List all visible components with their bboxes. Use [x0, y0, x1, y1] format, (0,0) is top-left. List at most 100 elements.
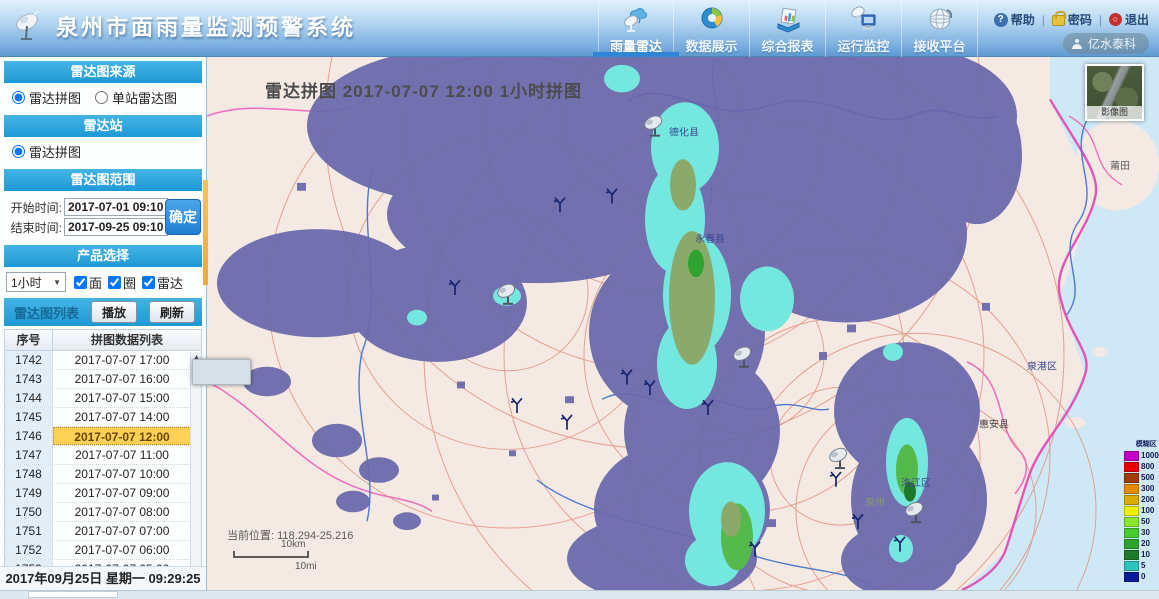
list-item[interactable]: 1747 2017-07-07 11:00: [5, 446, 201, 465]
legend-row: 800: [1124, 461, 1159, 472]
place-label: 洛江区: [901, 476, 931, 489]
checkbox-radar[interactable]: 雷达: [142, 273, 183, 292]
end-time-label: 结束时间:: [10, 220, 62, 235]
list-item[interactable]: 1749 2017-07-07 09:00: [5, 484, 201, 503]
panel-header-product: 产品选择: [4, 245, 202, 267]
legend-row: 50: [1124, 516, 1159, 527]
radio-mosaic-input[interactable]: [12, 91, 25, 104]
legend-swatch: [1124, 527, 1139, 538]
checkbox-label: 雷达: [157, 275, 184, 291]
checkbox-ring-input[interactable]: [108, 275, 122, 289]
station-options: 雷达拼图: [0, 137, 206, 165]
legend-swatch: [1124, 461, 1139, 472]
nav-receive-platform[interactable]: 接收平台: [902, 0, 978, 57]
confirm-button[interactable]: 确定: [165, 199, 201, 235]
radar-map-canvas[interactable]: 德化县 永春县 莆田 泉港区 惠安县 洛江区 泉州: [207, 57, 1159, 590]
scale-bar: 10km 10mi: [233, 539, 317, 572]
place-label: 泉港区: [1027, 360, 1057, 373]
user-button[interactable]: 亿水泰科: [1062, 33, 1149, 54]
legend-row: 10: [1124, 549, 1159, 560]
scale-km-label: 10km: [281, 539, 306, 550]
app-title-wrap: 泉州市面雨量监测预警系统: [10, 8, 356, 44]
current-position-label: 当前位置:: [227, 530, 275, 542]
lock-icon: [1051, 11, 1066, 26]
list-title: 雷达图列表: [14, 305, 80, 321]
list-item[interactable]: 1744 2017-07-07 15:00: [5, 389, 201, 408]
map-area[interactable]: 德化县 永春县 莆田 泉港区 惠安县 洛江区 泉州 雷达拼图 2017-07-0…: [207, 57, 1159, 590]
receive-platform-icon: [929, 8, 952, 30]
start-time-label: 开始时间:: [10, 200, 62, 215]
radio-single-input[interactable]: [95, 91, 109, 104]
legend-swatch: [1124, 472, 1139, 483]
place-label: 德化县: [669, 126, 699, 139]
main-nav: 雨量雷达 数据展示 综合报表 运行监控 接收平台: [593, 0, 978, 57]
nav-label: 运行监控: [837, 39, 890, 54]
legend-swatch: [1124, 538, 1139, 549]
basemap-imagery-toggle[interactable]: 影像图: [1085, 64, 1144, 121]
basemap-imagery-label: 影像图: [1087, 106, 1142, 119]
end-time-input[interactable]: [64, 218, 168, 236]
place-label: 永春县: [695, 232, 725, 245]
legend-swatch: [1124, 450, 1139, 461]
legend-swatch: [1124, 505, 1139, 516]
list-item[interactable]: 1742 2017-07-07 17:00: [5, 351, 201, 370]
radio-mosaic[interactable]: 雷达拼图: [12, 88, 81, 107]
play-button[interactable]: 播放: [91, 301, 138, 323]
checkbox-surface[interactable]: 面: [74, 273, 102, 292]
radio-single-station[interactable]: 单站雷达图: [95, 88, 177, 107]
rainfall-legend: 模糊区 1000 800 500 300 200 100 50 30 20 10…: [1124, 439, 1159, 582]
logout-link[interactable]: ○ 退出: [1108, 11, 1149, 28]
nav-rain-radar[interactable]: 雨量雷达: [593, 0, 679, 57]
radio-label: 雷达拼图: [29, 91, 82, 106]
password-label: 密码: [1067, 13, 1092, 27]
logout-label: 退出: [1124, 13, 1149, 27]
refresh-button[interactable]: 刷新: [149, 301, 196, 323]
nav-monitor[interactable]: 运行监控: [826, 0, 902, 57]
checkbox-label: 面: [89, 275, 103, 291]
report-icon: [777, 7, 799, 33]
password-link[interactable]: 密码: [1051, 11, 1092, 28]
list-item[interactable]: 1751 2017-07-07 07:00: [5, 522, 201, 541]
help-link[interactable]: ? 帮助: [993, 11, 1035, 28]
checkbox-surface-input[interactable]: [74, 275, 87, 289]
start-time-input[interactable]: [64, 198, 168, 216]
list-item[interactable]: 1748 2017-07-07 10:00: [5, 465, 201, 484]
legend-title: 模糊区: [1135, 441, 1157, 448]
radio-station-mosaic[interactable]: 雷达拼图: [12, 142, 81, 161]
legend-row: 300: [1124, 483, 1159, 494]
scale-line: [233, 551, 309, 558]
app-title: 泉州市面雨量监测预警系统: [56, 15, 357, 40]
list-scrollbar[interactable]: ▲ ▼: [190, 352, 251, 579]
interval-dropdown[interactable]: 1小时 ▼: [6, 272, 66, 292]
place-label: 莆田: [1110, 159, 1130, 172]
checkbox-ring[interactable]: 圈: [108, 273, 136, 292]
interval-value: 1小时: [11, 275, 42, 290]
scroll-thumb[interactable]: [192, 359, 251, 385]
legend-row: 1000: [1124, 450, 1159, 461]
radio-label: 单站雷达图: [112, 91, 178, 106]
legend-swatch: [1124, 549, 1139, 560]
monitor-icon: [850, 6, 875, 30]
sidebar-collapse-handle[interactable]: [203, 180, 208, 285]
place-label: 惠安县: [979, 418, 1009, 431]
nav-data-display[interactable]: 数据展示: [674, 0, 750, 57]
person-icon: [1071, 38, 1082, 49]
checkbox-radar-input[interactable]: [142, 275, 156, 289]
list-item-selected[interactable]: 1746 2017-07-07 12:00: [5, 427, 201, 446]
chevron-down-icon: ▼: [53, 277, 61, 287]
source-options: 雷达拼图 单站雷达图: [0, 83, 206, 111]
nav-label: 雨量雷达: [609, 39, 662, 54]
legend-swatch: [1124, 560, 1139, 571]
list-item[interactable]: 1752 2017-07-07 06:00: [5, 541, 201, 560]
radio-station-input[interactable]: [12, 145, 25, 158]
nav-label: 接收平台: [913, 39, 966, 54]
list-item[interactable]: 1750 2017-07-07 08:00: [5, 503, 201, 522]
nav-report[interactable]: 综合报表: [750, 0, 826, 57]
list-item[interactable]: 1745 2017-07-07 14:00: [5, 408, 201, 427]
legend-swatch: [1124, 516, 1139, 527]
list-item[interactable]: 1743 2017-07-07 16:00: [5, 370, 201, 389]
legend-row: 20: [1124, 538, 1159, 549]
data-display-icon: [701, 7, 722, 29]
bottom-strip-box: [28, 591, 118, 598]
nav-label: 数据展示: [685, 39, 738, 54]
